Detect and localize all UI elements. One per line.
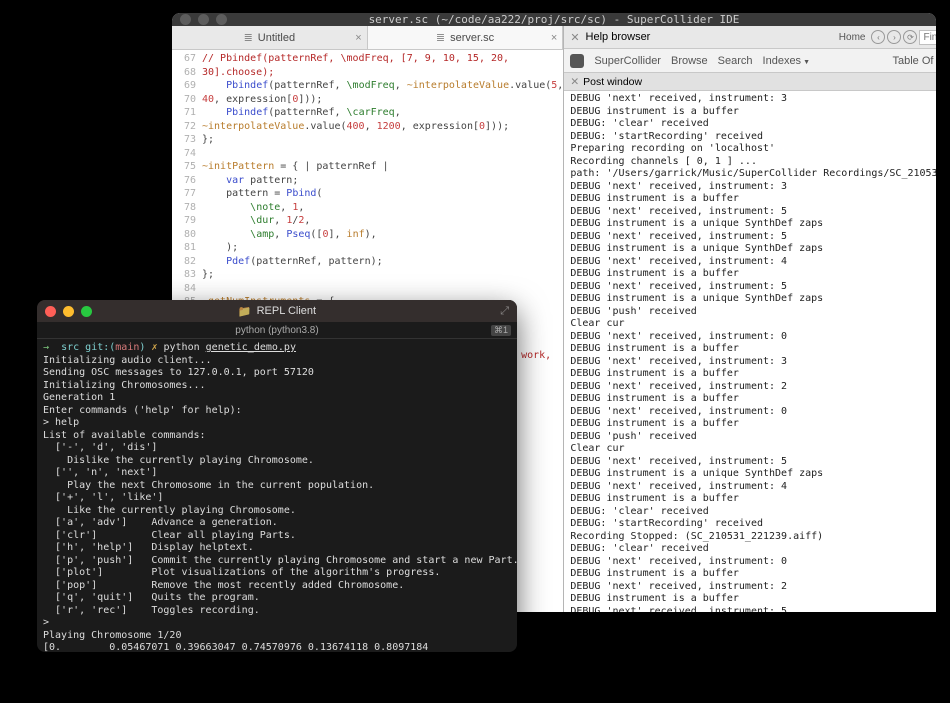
term-titlebar[interactable]: 📁 REPL Client ⤢ bbox=[37, 300, 517, 322]
help-toolbar: SuperCollider Browse Search Indexes▼ Tab… bbox=[564, 49, 936, 73]
right-pane: ✕ Help browser Home ‹ › ⟳ SuperCollider … bbox=[564, 26, 936, 612]
doc-icon: ≣ bbox=[244, 31, 253, 44]
post-title: Post window bbox=[583, 76, 642, 88]
git-branch: main bbox=[115, 342, 139, 353]
expand-icon[interactable]: ⤢ bbox=[500, 305, 509, 318]
close-icon[interactable]: ✕ bbox=[570, 31, 579, 44]
window-controls bbox=[45, 306, 92, 317]
min-dot[interactable] bbox=[63, 306, 74, 317]
cmd-file: genetic_demo.py bbox=[206, 342, 296, 353]
doc-icon: ≣ bbox=[436, 31, 445, 44]
post-window-header: ✕ Post window Auto Scroll bbox=[564, 73, 936, 91]
help-sc[interactable]: SuperCollider bbox=[594, 55, 661, 67]
term-tab-label: python (python3.8) bbox=[235, 325, 318, 336]
tab-label: Untitled bbox=[258, 32, 295, 44]
home-button[interactable]: Home bbox=[835, 30, 870, 45]
sc-title: server.sc (~/code/aa222/proj/src/sc) - S… bbox=[369, 13, 740, 26]
max-dot[interactable] bbox=[216, 14, 227, 25]
forward-icon[interactable]: › bbox=[887, 30, 901, 44]
min-dot[interactable] bbox=[198, 14, 209, 25]
prompt-arrow: → bbox=[43, 342, 49, 353]
close-icon[interactable]: × bbox=[551, 32, 557, 44]
sc-logo-icon[interactable] bbox=[570, 54, 584, 68]
close-icon[interactable]: ✕ bbox=[570, 76, 579, 88]
tab-server[interactable]: ≣ server.sc × bbox=[368, 26, 564, 49]
close-dot[interactable] bbox=[180, 14, 191, 25]
back-icon[interactable]: ‹ bbox=[871, 30, 885, 44]
max-dot[interactable] bbox=[81, 306, 92, 317]
git-label: git:( bbox=[85, 342, 115, 353]
window-controls bbox=[180, 14, 227, 25]
tab-label: server.sc bbox=[450, 32, 494, 44]
reload-icon[interactable]: ⟳ bbox=[903, 30, 917, 44]
term-title: REPL Client bbox=[257, 305, 317, 317]
help-title: Help browser bbox=[586, 31, 651, 43]
cmd-python: python bbox=[164, 342, 200, 353]
post-window[interactable]: DEBUG 'next' received, instrument: 3 DEB… bbox=[564, 91, 936, 612]
git-dirty-icon: ✗ bbox=[151, 342, 157, 353]
help-header: ✕ Help browser Home ‹ › ⟳ bbox=[564, 26, 936, 49]
find-input[interactable] bbox=[919, 30, 936, 45]
help-indexes[interactable]: Indexes▼ bbox=[763, 55, 810, 67]
terminal-window: 📁 REPL Client ⤢ python (python3.8) ⌘1 → … bbox=[37, 300, 517, 652]
git-close: ) bbox=[139, 342, 145, 353]
close-dot[interactable] bbox=[45, 306, 56, 317]
help-toc[interactable]: Table Of Contents▼ bbox=[892, 55, 936, 67]
term-tab[interactable]: python (python3.8) ⌘1 bbox=[37, 322, 517, 339]
sc-titlebar[interactable]: server.sc (~/code/aa222/proj/src/sc) - S… bbox=[172, 13, 936, 26]
prompt-dir: src bbox=[61, 342, 79, 353]
folder-icon: 📁 bbox=[238, 305, 252, 318]
help-browse[interactable]: Browse bbox=[671, 55, 708, 67]
help-search[interactable]: Search bbox=[718, 55, 753, 67]
editor-tabs: ≣ Untitled × ≣ server.sc × bbox=[172, 26, 563, 50]
term-tab-shortcut: ⌘1 bbox=[491, 325, 511, 336]
term-output[interactable]: → src git:(main) ✗ python genetic_demo.p… bbox=[37, 339, 517, 652]
close-icon[interactable]: × bbox=[355, 32, 361, 44]
tab-untitled[interactable]: ≣ Untitled × bbox=[172, 26, 368, 49]
